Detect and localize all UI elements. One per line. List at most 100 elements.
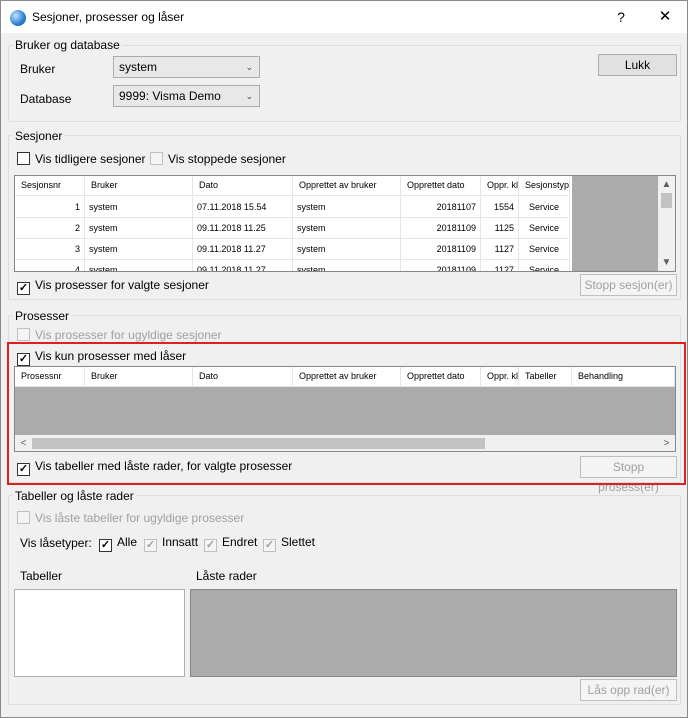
- cell-opprettet-av: system: [293, 197, 401, 218]
- database-combo[interactable]: 9999: Visma Demo ⌄: [113, 85, 260, 107]
- cell-sesjonstype: Service: [519, 260, 570, 271]
- sessions-grid-header: Sesjonsnr Bruker Dato Opprettet av bruke…: [15, 176, 570, 196]
- user-label: Bruker: [20, 62, 56, 76]
- column-header[interactable]: Sesjonstype: [519, 176, 570, 196]
- show-processes-for-selected-sessions-checkbox[interactable]: ✓ Vis prosesser for valgte sesjoner: [17, 278, 209, 295]
- cell-dato: 09.11.2018 11.25: [193, 218, 293, 239]
- unlock-rows-button[interactable]: Lås opp rad(er): [580, 679, 677, 701]
- check-icon: ✓: [144, 539, 157, 552]
- checkbox-label: Slettet: [281, 535, 316, 549]
- tables-label: Tabeller: [20, 569, 63, 583]
- scroll-up-icon[interactable]: ▲: [658, 176, 675, 193]
- cell-sesjonstype: Service: [519, 218, 570, 239]
- table-row[interactable]: 2 system 09.11.2018 11.25 system 2018110…: [15, 218, 570, 239]
- checkbox-box: [17, 511, 30, 524]
- lock-type-insert-checkbox[interactable]: ✓ Innsatt: [144, 535, 198, 552]
- lock-type-all-checkbox[interactable]: ✓ Alle: [99, 535, 137, 552]
- scroll-down-icon[interactable]: ▼: [658, 254, 675, 271]
- lock-type-deleted-checkbox[interactable]: ✓ Slettet: [263, 535, 315, 552]
- cell-dato: 09.11.2018 11.27: [193, 260, 293, 271]
- check-icon: ✓: [263, 539, 276, 552]
- checkbox-label: Vis låste tabeller for ugyldige prosesse…: [35, 511, 245, 525]
- highlight-frame: [7, 342, 686, 485]
- cell-sesjonsnr: 4: [15, 260, 85, 271]
- cell-dato: 09.11.2018 11.27: [193, 239, 293, 260]
- scroll-thumb[interactable]: [661, 193, 672, 208]
- checkbox-label: Vis tidligere sesjoner: [35, 152, 146, 166]
- user-combo-value: system: [119, 60, 158, 74]
- cell-opprettet-av: system: [293, 260, 401, 271]
- close-button[interactable]: Lukk: [598, 54, 677, 76]
- check-icon: ✓: [99, 539, 112, 552]
- cell-sesjonsnr: 2: [15, 218, 85, 239]
- cell-bruker: system: [85, 218, 193, 239]
- lock-type-changed-checkbox[interactable]: ✓ Endret: [204, 535, 257, 552]
- checkbox-box: [150, 152, 163, 165]
- database-label: Database: [20, 92, 72, 106]
- column-header[interactable]: Opprettet dato: [401, 176, 481, 196]
- checkbox-label: Vis prosesser for valgte sesjoner: [35, 278, 209, 292]
- check-icon: ✓: [17, 282, 30, 295]
- cell-bruker: system: [85, 239, 193, 260]
- group-sessions-title: Sesjoner: [13, 129, 65, 143]
- app-globe-icon: [10, 10, 26, 26]
- checkbox-label: Vis stoppede sesjoner: [168, 152, 286, 166]
- cell-dato: 07.11.2018 15.54: [193, 197, 293, 218]
- cell-oppr-kl: 1127: [481, 260, 519, 271]
- help-button[interactable]: ?: [601, 4, 641, 30]
- window-title: Sesjoner, prosesser og låser: [32, 10, 185, 24]
- show-previous-sessions-checkbox[interactable]: Vis tidligere sesjoner: [17, 152, 146, 166]
- show-locked-tables-invalid-processes-checkbox[interactable]: Vis låste tabeller for ugyldige prosesse…: [17, 511, 244, 525]
- cell-oppr-kl: 1554: [481, 197, 519, 218]
- sessions-grid[interactable]: Sesjonsnr Bruker Dato Opprettet av bruke…: [14, 175, 676, 272]
- stop-sessions-button[interactable]: Stopp sesjon(er): [580, 274, 677, 296]
- cell-bruker: system: [85, 260, 193, 271]
- sessions-vertical-scrollbar[interactable]: ▲ ▼: [658, 176, 675, 271]
- show-processes-invalid-sessions-checkbox[interactable]: Vis prosesser for ugyldige sesjoner: [17, 328, 222, 342]
- title-bar: Sesjoner, prosesser og låser ? ✕: [1, 1, 687, 33]
- tables-list[interactable]: [14, 589, 185, 677]
- checkbox-label: Endret: [222, 535, 258, 549]
- cell-opprettet-dato: 20181109: [401, 260, 481, 271]
- check-icon: ✓: [204, 539, 217, 552]
- checkbox-label: Innsatt: [162, 535, 199, 549]
- lock-types-label: Vis låsetyper:: [20, 536, 92, 550]
- dialog-window: Sesjoner, prosesser og låser ? ✕ Bruker …: [0, 0, 688, 718]
- cell-opprettet-av: system: [293, 239, 401, 260]
- column-header[interactable]: Bruker: [85, 176, 193, 196]
- user-combo[interactable]: system ⌄: [113, 56, 260, 78]
- group-user-database: [8, 45, 681, 122]
- checkbox-label: Vis prosesser for ugyldige sesjoner: [35, 328, 222, 342]
- cell-opprettet-av: system: [293, 218, 401, 239]
- cell-oppr-kl: 1127: [481, 239, 519, 260]
- grid-empty-area: [572, 176, 658, 271]
- cell-sesjonstype: Service: [519, 197, 570, 218]
- database-combo-value: 9999: Visma Demo: [119, 89, 221, 103]
- locked-rows-label: Låste rader: [196, 569, 257, 583]
- cell-bruker: system: [85, 197, 193, 218]
- column-header[interactable]: Oppr. kl: [481, 176, 519, 196]
- column-header[interactable]: Opprettet av bruker: [293, 176, 401, 196]
- cell-sesjonsnr: 1: [15, 197, 85, 218]
- cell-sesjonstype: Service: [519, 239, 570, 260]
- cell-opprettet-dato: 20181109: [401, 239, 481, 260]
- group-tables-locked-rows-title: Tabeller og låste rader: [13, 489, 136, 503]
- cell-opprettet-dato: 20181109: [401, 218, 481, 239]
- column-header[interactable]: Sesjonsnr: [15, 176, 85, 196]
- cell-oppr-kl: 1125: [481, 218, 519, 239]
- chevron-down-icon: ⌄: [245, 91, 253, 101]
- show-stopped-sessions-checkbox[interactable]: Vis stoppede sesjoner: [150, 152, 286, 166]
- close-window-button[interactable]: ✕: [645, 4, 685, 30]
- locked-rows-grid[interactable]: [190, 589, 677, 677]
- chevron-down-icon: ⌄: [245, 62, 253, 72]
- cell-sesjonsnr: 3: [15, 239, 85, 260]
- table-row[interactable]: 4 system 09.11.2018 11.27 system 2018110…: [15, 260, 570, 271]
- column-header[interactable]: Dato: [193, 176, 293, 196]
- sessions-grid-body: 1 system 07.11.2018 15.54 system 2018110…: [15, 197, 570, 271]
- group-user-database-title: Bruker og database: [13, 38, 122, 52]
- table-row[interactable]: 1 system 07.11.2018 15.54 system 2018110…: [15, 197, 570, 218]
- group-processes-title: Prosesser: [13, 309, 72, 323]
- table-row[interactable]: 3 system 09.11.2018 11.27 system 2018110…: [15, 239, 570, 260]
- checkbox-label: Alle: [117, 535, 138, 549]
- checkbox-box: [17, 328, 30, 341]
